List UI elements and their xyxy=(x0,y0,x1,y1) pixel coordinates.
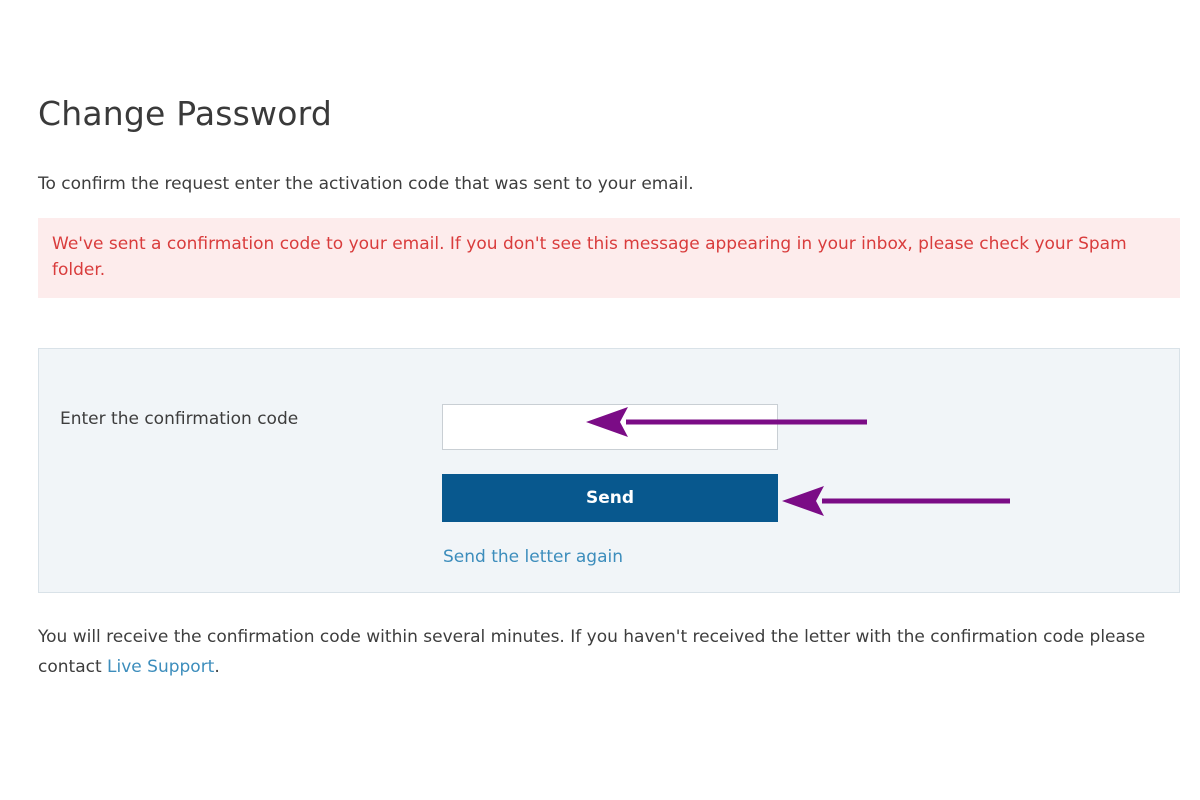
send-button[interactable]: Send xyxy=(442,474,778,522)
confirmation-code-label: Enter the confirmation code xyxy=(60,409,299,429)
intro-text: To confirm the request enter the activat… xyxy=(38,174,694,194)
page-title: Change Password xyxy=(38,94,332,133)
footer-note: You will receive the confirmation code w… xyxy=(38,622,1178,682)
confirmation-panel: Enter the confirmation code Send Send th… xyxy=(38,348,1180,593)
input-pointer-arrow-icon xyxy=(586,407,867,437)
change-password-page: Change Password To confirm the request e… xyxy=(0,0,1200,800)
confirmation-alert: We've sent a confirmation code to your e… xyxy=(38,218,1180,298)
send-pointer-arrow-icon xyxy=(782,486,1010,516)
footer-period: . xyxy=(214,657,220,677)
send-letter-again-link[interactable]: Send the letter again xyxy=(443,547,623,567)
live-support-link[interactable]: Live Support xyxy=(107,657,214,677)
